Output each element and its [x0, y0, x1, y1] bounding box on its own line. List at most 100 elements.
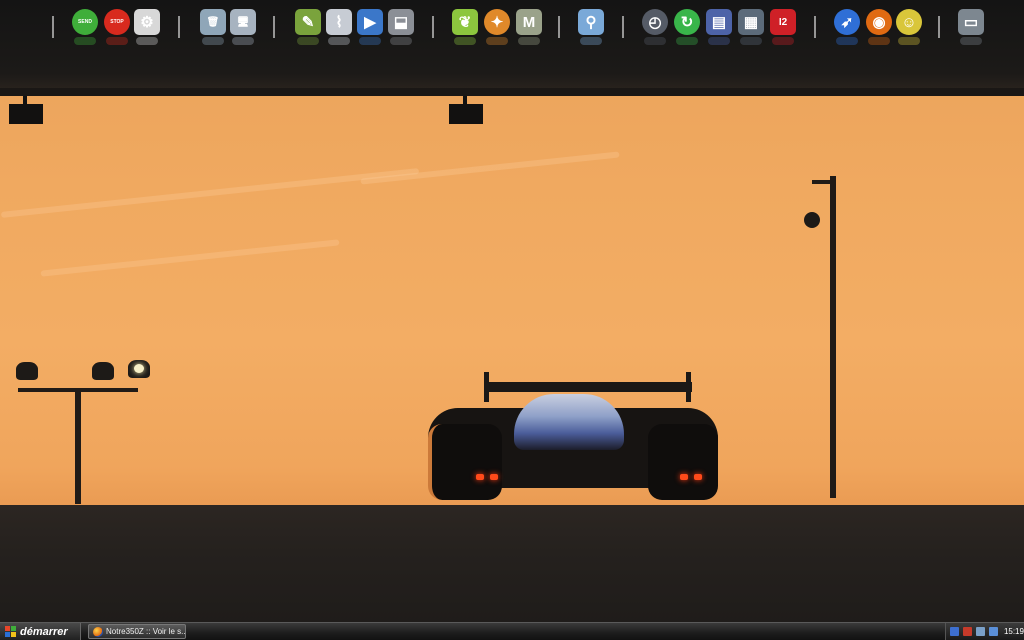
registry-icon[interactable]: ▦: [738, 9, 764, 45]
recycle-bin-icon[interactable]: 🗑: [200, 9, 226, 45]
floodlight: [92, 362, 114, 380]
i2-pro-glyph: I2: [778, 16, 788, 28]
dock-separator: [814, 16, 816, 38]
save-glyph: ⬓: [393, 14, 409, 31]
lamp-arm: [812, 180, 836, 184]
taskbar-window-title: Notre350Z :: Voir le s...: [106, 627, 186, 636]
icon-reflection: [202, 37, 224, 45]
race-car: [428, 372, 718, 502]
street-lamp: [804, 212, 820, 228]
dock-separator: [558, 16, 560, 38]
desktop-wallpaper: [0, 0, 1024, 622]
icon-reflection: [580, 37, 602, 45]
top-dock: ●SEND●STOP ⚙ 🗑 🖥 ✎ ⌇ ▶ ⬓ ❦ ✦ M ⚲ ◴ ↻ ▤ ▦ I2 ➶ ◉ ☺ ▭: [0, 0, 1024, 52]
hanging-lamp: [445, 96, 485, 126]
i2-pro-icon[interactable]: I2: [770, 9, 796, 45]
rocket-icon[interactable]: ➶: [834, 9, 860, 45]
windows-logo-icon: [5, 626, 16, 637]
dock-separator: [938, 16, 940, 38]
hanging-lamp: [5, 96, 45, 126]
security-icon[interactable]: [962, 627, 972, 636]
save-icon[interactable]: ⬓: [388, 9, 414, 45]
icon-reflection: [390, 37, 412, 45]
my-computer-icon[interactable]: 🖥: [230, 9, 256, 45]
icon-reflection: [772, 37, 794, 45]
media-icon[interactable]: ▶: [357, 9, 383, 45]
icon-reflection: [136, 37, 158, 45]
rocket-glyph: ➶: [840, 14, 854, 31]
clock-glyph: ◴: [648, 14, 662, 31]
search-icon[interactable]: ⚲: [578, 9, 604, 45]
dock-separator: [178, 16, 180, 38]
drive-glyph: ▭: [963, 14, 979, 31]
m-icon[interactable]: M: [516, 9, 542, 45]
media-glyph: ▶: [364, 14, 376, 31]
clock-icon[interactable]: ◴: [642, 9, 668, 45]
icon-reflection: [740, 37, 762, 45]
icon-reflection: [676, 37, 698, 45]
clock: 15:19: [1003, 627, 1024, 636]
floodlight-pole: [75, 392, 81, 504]
gears-glyph: ⚙: [140, 14, 154, 31]
icon-reflection: [454, 37, 476, 45]
dock-separator: [432, 16, 434, 38]
leaf-icon[interactable]: ❦: [452, 9, 478, 45]
firefox-icon[interactable]: ◉: [866, 9, 892, 45]
lamp-post: [830, 176, 836, 498]
stop-label: STOP: [110, 19, 124, 25]
stop-icon[interactable]: ●STOP: [104, 9, 130, 45]
paint-glyph: ✎: [301, 14, 315, 31]
send-icon[interactable]: ●SEND: [72, 9, 98, 45]
m-glyph: M: [522, 13, 536, 31]
ninja-glyph: ✦: [490, 14, 504, 31]
broom-glyph: ⌇: [335, 14, 343, 31]
monitor-icon[interactable]: [975, 627, 985, 636]
icon-reflection: [486, 37, 508, 45]
start-label: démarrer: [20, 625, 68, 638]
leaf-glyph: ❦: [458, 14, 472, 31]
icon-reflection: [106, 37, 128, 45]
firefox-glyph: ◉: [872, 14, 886, 31]
icon-reflection: [898, 37, 920, 45]
icon-reflection: [836, 37, 858, 45]
start-button[interactable]: démarrer: [0, 623, 81, 640]
icon-reflection: [297, 37, 319, 45]
race-track: [0, 505, 1024, 622]
taskbar: démarrer Notre350Z :: Voir le s... 15:19: [0, 622, 1024, 640]
drive-icon[interactable]: ▭: [958, 9, 984, 45]
messenger-icon[interactable]: ☺: [896, 9, 922, 45]
sky-haze: [360, 151, 620, 185]
hardware-glyph: ▤: [711, 14, 727, 31]
send-label: SEND: [78, 19, 92, 25]
system-tray: 15:19: [945, 623, 1024, 640]
floodlight: [16, 362, 38, 380]
floodlight-lit: [128, 360, 150, 378]
registry-glyph: ▦: [743, 14, 759, 31]
icon-reflection: [708, 37, 730, 45]
my-computer-glyph: 🖥: [236, 16, 250, 28]
floodlight-bar: [18, 388, 138, 392]
dock-separator: [273, 16, 275, 38]
sky-haze: [0, 168, 420, 218]
icon-reflection: [518, 37, 540, 45]
paint-icon[interactable]: ✎: [295, 9, 321, 45]
icon-reflection: [960, 37, 982, 45]
refresh-icon[interactable]: ↻: [674, 9, 700, 45]
taskbar-window-button[interactable]: Notre350Z :: Voir le s...: [88, 624, 186, 639]
network-icon[interactable]: [950, 627, 959, 636]
gears-icon[interactable]: ⚙: [134, 9, 160, 45]
dock-separator: [52, 16, 54, 38]
broom-icon[interactable]: ⌇: [326, 9, 352, 45]
search-glyph: ⚲: [585, 14, 597, 31]
icon-reflection: [644, 37, 666, 45]
dock-separator: [622, 16, 624, 38]
hardware-icon[interactable]: ▤: [706, 9, 732, 45]
icon-reflection: [232, 37, 254, 45]
icon-reflection: [328, 37, 350, 45]
ninja-icon[interactable]: ✦: [484, 9, 510, 45]
refresh-glyph: ↻: [680, 14, 694, 31]
icon-reflection: [359, 37, 381, 45]
volume-icon[interactable]: [988, 627, 998, 636]
sky-haze: [40, 239, 340, 277]
bridge-edge: [0, 88, 1024, 96]
